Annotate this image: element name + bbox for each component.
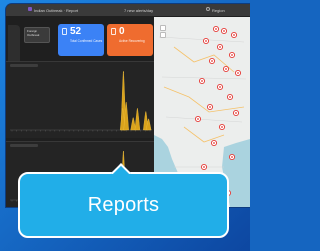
window-titlebar: Indian Outbreak · Report 7 new alerts/da… <box>6 4 250 17</box>
outbreak-marker-dot <box>237 72 239 74</box>
recovering-value: 0 <box>119 26 125 37</box>
chart-spike <box>134 108 141 131</box>
app-title: Indian Outbreak · Report <box>34 8 79 13</box>
outbreak-marker-dot <box>231 54 233 56</box>
outbreak-marker-dot <box>229 96 231 98</box>
callout-pointer-fill <box>110 174 132 182</box>
document-icon <box>111 28 116 35</box>
globe-icon <box>206 7 210 11</box>
recovering-card[interactable]: 0 Active Recovering <box>107 24 153 56</box>
outbreak-marker-dot <box>215 28 217 30</box>
reports-tile[interactable]: Indian Outbreak · Report 7 new alerts/da… <box>0 0 250 251</box>
outbreak-marker-dot <box>233 34 235 36</box>
document-icon <box>62 28 67 35</box>
trend-chart-panel-1 <box>6 61 154 138</box>
outbreak-marker-dot <box>205 40 207 42</box>
filter-label-line2: Outbreak <box>27 33 40 37</box>
zoom-in-button[interactable] <box>160 25 166 31</box>
outbreak-filter[interactable]: Foreign Outbreak <box>24 27 50 43</box>
alerts-text: 7 new alerts/day <box>124 8 154 13</box>
confirmed-cases-card[interactable]: 52 Total Confirmed Cases <box>58 24 104 56</box>
outbreak-marker-dot <box>201 80 203 82</box>
outbreak-marker-dot <box>225 68 227 70</box>
outbreak-marker-dot <box>203 166 205 168</box>
outbreak-marker-dot <box>219 86 221 88</box>
outbreak-marker-dot <box>209 106 211 108</box>
outbreak-marker-dot <box>221 126 223 128</box>
confirmed-cases-value: 52 <box>70 26 82 37</box>
outbreak-marker-dot <box>235 112 237 114</box>
outbreak-marker-dot <box>231 156 233 158</box>
confirmed-cases-label: Total Confirmed Cases <box>70 39 103 43</box>
app-icon <box>28 7 32 11</box>
outbreak-marker-dot <box>197 118 199 120</box>
zoom-out-button[interactable] <box>160 32 166 38</box>
outbreak-marker-dot <box>213 142 215 144</box>
outbreak-marker-dot <box>211 60 213 62</box>
trend-chart-1 <box>10 71 152 132</box>
outbreak-marker-dot <box>223 30 225 32</box>
reports-label: Reports <box>87 194 160 216</box>
recovering-label: Active Recovering <box>119 39 145 43</box>
outbreak-marker-dot <box>219 46 221 48</box>
region-selector[interactable]: Region <box>212 8 225 13</box>
